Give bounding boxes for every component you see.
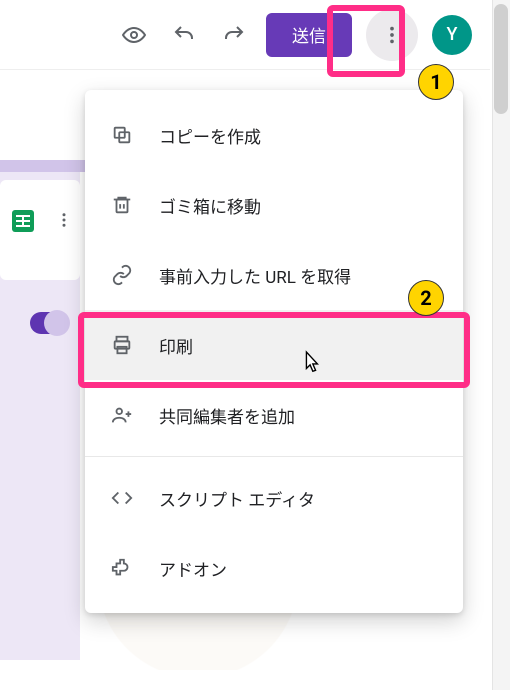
- preview-icon[interactable]: [116, 17, 152, 53]
- menu-item-addons[interactable]: アドオン: [85, 533, 463, 603]
- card-more-icon[interactable]: [52, 208, 76, 232]
- menu-item-label: スクリプト エディタ: [159, 486, 315, 511]
- menu-item-label: 事前入力した URL を取得: [159, 263, 351, 288]
- redo-icon[interactable]: [216, 17, 252, 53]
- script-editor-icon: [109, 485, 135, 511]
- menu-item-label: 印刷: [159, 333, 193, 358]
- menu-item-label: 共同編集者を追加: [159, 403, 295, 428]
- menu-item-prefill-url[interactable]: 事前入力した URL を取得: [85, 240, 463, 310]
- add-collaborator-icon: [109, 402, 135, 428]
- scrollbar-thumb[interactable]: [494, 4, 508, 114]
- addon-icon: [109, 555, 135, 581]
- toggle-fragment: [30, 312, 64, 334]
- undo-icon[interactable]: [166, 17, 202, 53]
- menu-item-add-collaborator[interactable]: 共同編集者を追加: [85, 380, 463, 450]
- menu-item-label: アドオン: [159, 556, 227, 581]
- background-strip: [0, 160, 85, 172]
- menu-divider: [85, 456, 463, 457]
- menu-item-label: コピーを作成: [159, 123, 261, 148]
- menu-item-print[interactable]: 印刷: [85, 310, 463, 380]
- menu-item-trash[interactable]: ゴミ箱に移動: [85, 170, 463, 240]
- menu-item-label: ゴミ箱に移動: [159, 193, 261, 218]
- overflow-menu: コピーを作成 ゴミ箱に移動 事前入力した URL を取得 印刷 共同編集者を追加: [85, 90, 463, 613]
- menu-item-script-editor[interactable]: スクリプト エディタ: [85, 463, 463, 533]
- annotation-badge-2: 2: [408, 280, 444, 316]
- annotation-badge-1: 1: [418, 64, 454, 100]
- header-bar: 送信 Y: [0, 0, 490, 70]
- copy-icon: [109, 122, 135, 148]
- more-button[interactable]: [366, 9, 418, 61]
- avatar[interactable]: Y: [432, 15, 472, 55]
- scrollbar-track[interactable]: [492, 0, 510, 690]
- print-icon: [109, 332, 135, 358]
- send-button[interactable]: 送信: [266, 13, 352, 57]
- trash-icon: [109, 192, 135, 218]
- sheets-icon: [12, 210, 34, 232]
- link-icon: [109, 262, 135, 288]
- menu-item-copy[interactable]: コピーを作成: [85, 100, 463, 170]
